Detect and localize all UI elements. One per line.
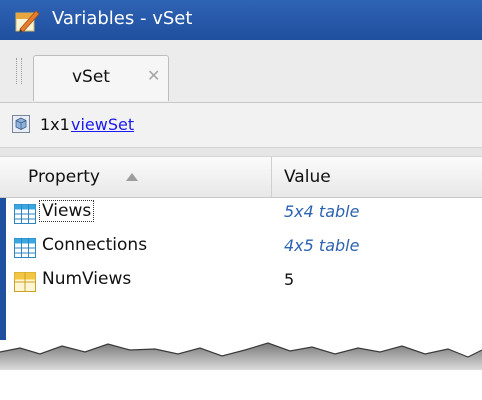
property-value[interactable]: 5: [284, 270, 294, 289]
tab-label: vSet: [72, 67, 110, 87]
table-icon: [14, 238, 36, 258]
property-value[interactable]: 5x4 table: [284, 202, 359, 221]
column-header-value[interactable]: Value: [284, 167, 331, 187]
variables-editor-icon: [15, 10, 40, 33]
close-icon[interactable]: ✕: [147, 66, 160, 85]
property-table-body: Views 5x4 table Connections 4x5 table Nu…: [0, 197, 482, 299]
property-name[interactable]: Connections: [40, 235, 149, 255]
property-name[interactable]: NumViews: [40, 269, 133, 289]
table-icon: [14, 204, 36, 224]
window-titlebar[interactable]: Variables - vSet: [0, 0, 482, 40]
sort-ascending-icon[interactable]: [126, 173, 138, 181]
variable-dimensions: 1x1: [40, 115, 70, 134]
window-title: Variables - vSet: [52, 8, 193, 29]
column-divider[interactable]: [271, 157, 272, 197]
property-value[interactable]: 4x5 table: [284, 236, 359, 255]
class-name-link[interactable]: viewSet: [71, 115, 134, 134]
object-cube-icon: [12, 115, 30, 133]
tab-vset[interactable]: vSet ✕: [33, 55, 169, 101]
table-header: Property Value: [0, 156, 482, 198]
numeric-icon: [14, 272, 36, 292]
separator: [0, 148, 482, 156]
table-row[interactable]: NumViews 5: [0, 265, 482, 299]
table-row[interactable]: Views 5x4 table: [0, 197, 482, 231]
column-header-property[interactable]: Property: [28, 167, 100, 187]
variable-info-bar: 1x1 viewSet: [0, 103, 482, 148]
property-name[interactable]: Views: [38, 200, 95, 222]
torn-edge-decoration: [0, 342, 482, 400]
document-tabstrip: vSet ✕: [0, 40, 482, 103]
tabstrip-grip[interactable]: [16, 58, 22, 84]
table-row[interactable]: Connections 4x5 table: [0, 231, 482, 265]
